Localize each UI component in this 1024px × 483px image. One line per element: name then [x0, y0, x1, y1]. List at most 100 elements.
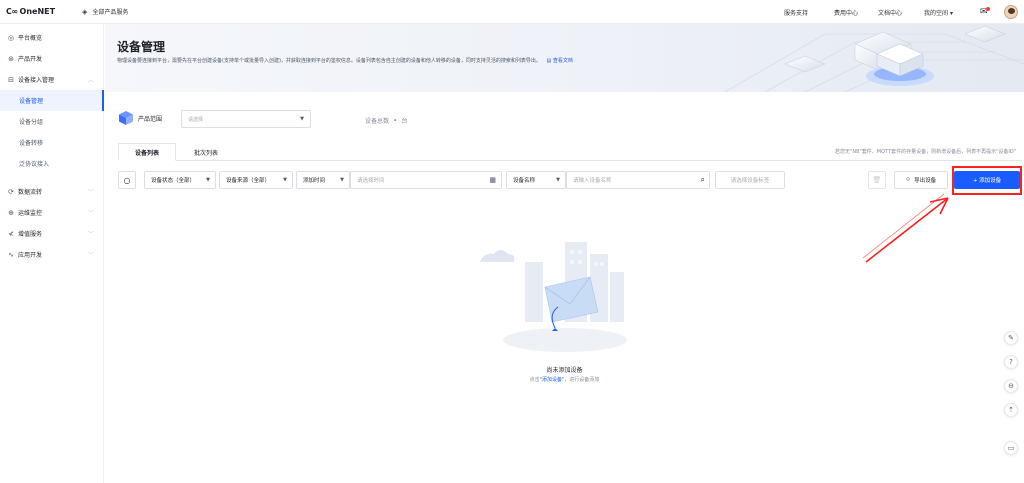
empty-state-hint: 点击"添加设备"，进行设备添加 [0, 376, 1024, 383]
product-scope-select[interactable]: 请选择 ▼ [181, 110, 311, 128]
chevron-down-icon: ﹀ [87, 252, 94, 259]
doc-link[interactable]: ▤ 查看文档 [547, 58, 573, 64]
chevron-up-icon: ︿ [87, 77, 94, 84]
tab-batch-list[interactable]: 批次列表 [182, 143, 230, 161]
device-status-select[interactable]: 设备状态（全部） ▼ [144, 171, 216, 189]
sidebar-item-label: 产品开发 [18, 56, 43, 63]
diamond-icon: ◈ [82, 7, 88, 16]
page-title: 设备管理 [117, 40, 166, 54]
add-time-value: 添加时间 [303, 178, 326, 184]
device-name-placeholder: 请输入设备名称 [573, 178, 612, 184]
sidebar-item-label: 运维监控 [18, 210, 43, 217]
value-added-icon: ≮ [8, 229, 14, 238]
add-time-select[interactable]: 添加时间 ▼ [296, 171, 350, 189]
product-scope-label: 产品范围 [138, 115, 163, 123]
monitor-icon: ⊕ [8, 208, 14, 217]
search-icon[interactable]: ⌕ [701, 175, 705, 185]
delete-button[interactable]: 🗑 [868, 171, 886, 189]
chevron-down-icon: ▾ [949, 9, 953, 17]
all-services-menu[interactable]: ◈ 全部产品服务 [82, 7, 128, 17]
tab-device-list[interactable]: 设备列表 [118, 143, 176, 161]
page-description-text: 物理设备要连接到平台，需要先在平台创建设备(支持单个或批量导入创建)，并获取连接… [117, 58, 541, 64]
logo-mark: C∞ [6, 7, 18, 16]
sidebar-item-monitor[interactable]: ⊕ 运维监控 ﹀ [0, 202, 104, 223]
sidebar-item-value-added[interactable]: ≮ 增值服务 ﹀ [0, 223, 104, 244]
date-picker-placeholder: 请选择时间 [357, 178, 385, 184]
sidebar-item-label: 增值服务 [18, 231, 43, 238]
nav-docs[interactable]: 文档中心 [878, 8, 902, 17]
device-access-icon: ⊟ [8, 75, 14, 84]
annotation-highlight-box [952, 166, 1022, 195]
filter-bar: ○ 设备状态（全部） ▼ 设备来源（全部） ▼ 添加时间 ▼ 请选择时间 ▦ 设… [118, 171, 1023, 189]
device-total-value: - [394, 117, 397, 124]
customer-service-button[interactable]: ⊖ [1004, 379, 1018, 393]
caret-down-icon: ▼ [300, 116, 304, 122]
page-description: 物理设备要连接到平台，需要先在平台创建设备(支持单个或批量导入创建)，并获取连接… [117, 57, 573, 64]
page-banner: 设备管理 物理设备要连接到平台，需要先在平台创建设备(支持单个或批量导入创建)，… [105, 24, 1024, 92]
sidebar: ◎ 平台概览 ⊛ 产品开发 ⊟ 设备接入管理 ︿ 设备管理 设备分组 设备转移 … [0, 24, 104, 483]
export-devices-button[interactable]: ⟐ 导出设备 [894, 171, 948, 189]
avatar[interactable] [1004, 5, 1018, 19]
device-total: 设备总数 - 台 [365, 116, 408, 125]
arrow-up-icon: ⇡ [1008, 406, 1014, 414]
doc-link-label: 查看文档 [552, 58, 573, 64]
chevron-down-icon: ﹀ [87, 231, 94, 238]
dataflow-icon: ⟳ [8, 187, 14, 196]
sidebar-sub-device-transfer[interactable]: 设备转移 [0, 132, 104, 153]
edit-icon: ✎ [1008, 334, 1014, 342]
logo-text: OneNET [19, 7, 56, 16]
help-button[interactable]: ? [1004, 355, 1018, 369]
sidebar-item-label: 平台概览 [18, 35, 43, 42]
device-total-label: 设备总数 [365, 118, 390, 125]
empty-state-title: 尚未添加设备 [0, 365, 1024, 374]
empty-hint-suffix: ，进行设备添加 [564, 377, 600, 383]
chevron-down-icon: ﹀ [87, 189, 94, 196]
sidebar-item-device-access[interactable]: ⊟ 设备接入管理 ︿ [0, 69, 104, 90]
back-to-top-button[interactable]: ⇡ [1004, 403, 1018, 417]
onenet-logo[interactable]: C∞ OneNET [6, 7, 68, 16]
device-name-field-select[interactable]: 设备名称 ▼ [506, 171, 566, 189]
mail-icon[interactable]: ✉ [980, 7, 990, 17]
device-tag-select[interactable]: 请选择设备标签 [715, 171, 785, 189]
caret-down-icon: ▼ [283, 177, 287, 183]
nav-my-space[interactable]: 我的空间 ▾ [924, 8, 953, 17]
empty-state-illustration [480, 242, 627, 352]
calendar-icon: ▦ [489, 176, 496, 184]
sidebar-sub-device-management[interactable]: 设备管理 [0, 90, 104, 111]
date-picker-input[interactable]: 请选择时间 ▦ [350, 171, 502, 189]
empty-add-device-link[interactable]: "添加设备" [540, 377, 565, 383]
feedback-edit-button[interactable]: ✎ [1004, 331, 1018, 345]
sidebar-sub-generic-protocol[interactable]: 泛协议接入 [0, 153, 104, 174]
device-status-value: 设备状态（全部） [151, 178, 196, 184]
sidebar-item-product-dev[interactable]: ⊛ 产品开发 [0, 48, 104, 69]
empty-hint-prefix: 点击 [529, 377, 540, 383]
device-total-unit: 台 [401, 118, 408, 125]
chat-icon: ⊖ [1008, 382, 1014, 390]
my-space-label: 我的空间 [924, 9, 949, 17]
sidebar-item-dataflow[interactable]: ⟳ 数据流转 ﹀ [0, 181, 104, 202]
collapse-panel-button[interactable]: ▭ [1004, 441, 1018, 455]
device-source-select[interactable]: 设备来源（全部） ▼ [219, 171, 293, 189]
caret-down-icon: ▼ [340, 177, 344, 183]
caret-down-icon: ▼ [556, 177, 560, 183]
device-tag-placeholder: 请选择设备标签 [730, 178, 770, 184]
device-name-search-input[interactable]: 请输入设备名称 ⌕ [566, 171, 710, 189]
sidebar-item-overview[interactable]: ◎ 平台概览 [0, 27, 104, 48]
top-bar: C∞ OneNET ◈ 全部产品服务 服务支持 费用中心 文档中心 我的空间 ▾… [0, 0, 1024, 24]
nav-billing[interactable]: 费用中心 [834, 8, 858, 17]
sidebar-item-label: 应用开发 [18, 252, 43, 259]
panel-icon: ▭ [1007, 444, 1015, 452]
sidebar-item-app-dev[interactable]: ∿ 应用开发 ﹀ [0, 244, 104, 265]
nav-support[interactable]: 服务支持 [784, 8, 808, 17]
product-cube-icon [119, 111, 133, 125]
banner-illustration [724, 25, 1024, 92]
sidebar-sub-device-group[interactable]: 设备分组 [0, 111, 104, 132]
dashboard-icon: ◎ [7, 33, 15, 42]
product-icon: ⊛ [8, 54, 14, 63]
device-source-value: 设备来源（全部） [226, 178, 271, 184]
refresh-icon: ○ [123, 175, 131, 185]
sidebar-item-label: 数据流转 [18, 189, 43, 196]
sidebar-item-label: 设备接入管理 [18, 77, 55, 84]
refresh-button[interactable]: ○ [118, 171, 136, 189]
product-scope: 产品范围 请选择 ▼ [118, 110, 311, 128]
